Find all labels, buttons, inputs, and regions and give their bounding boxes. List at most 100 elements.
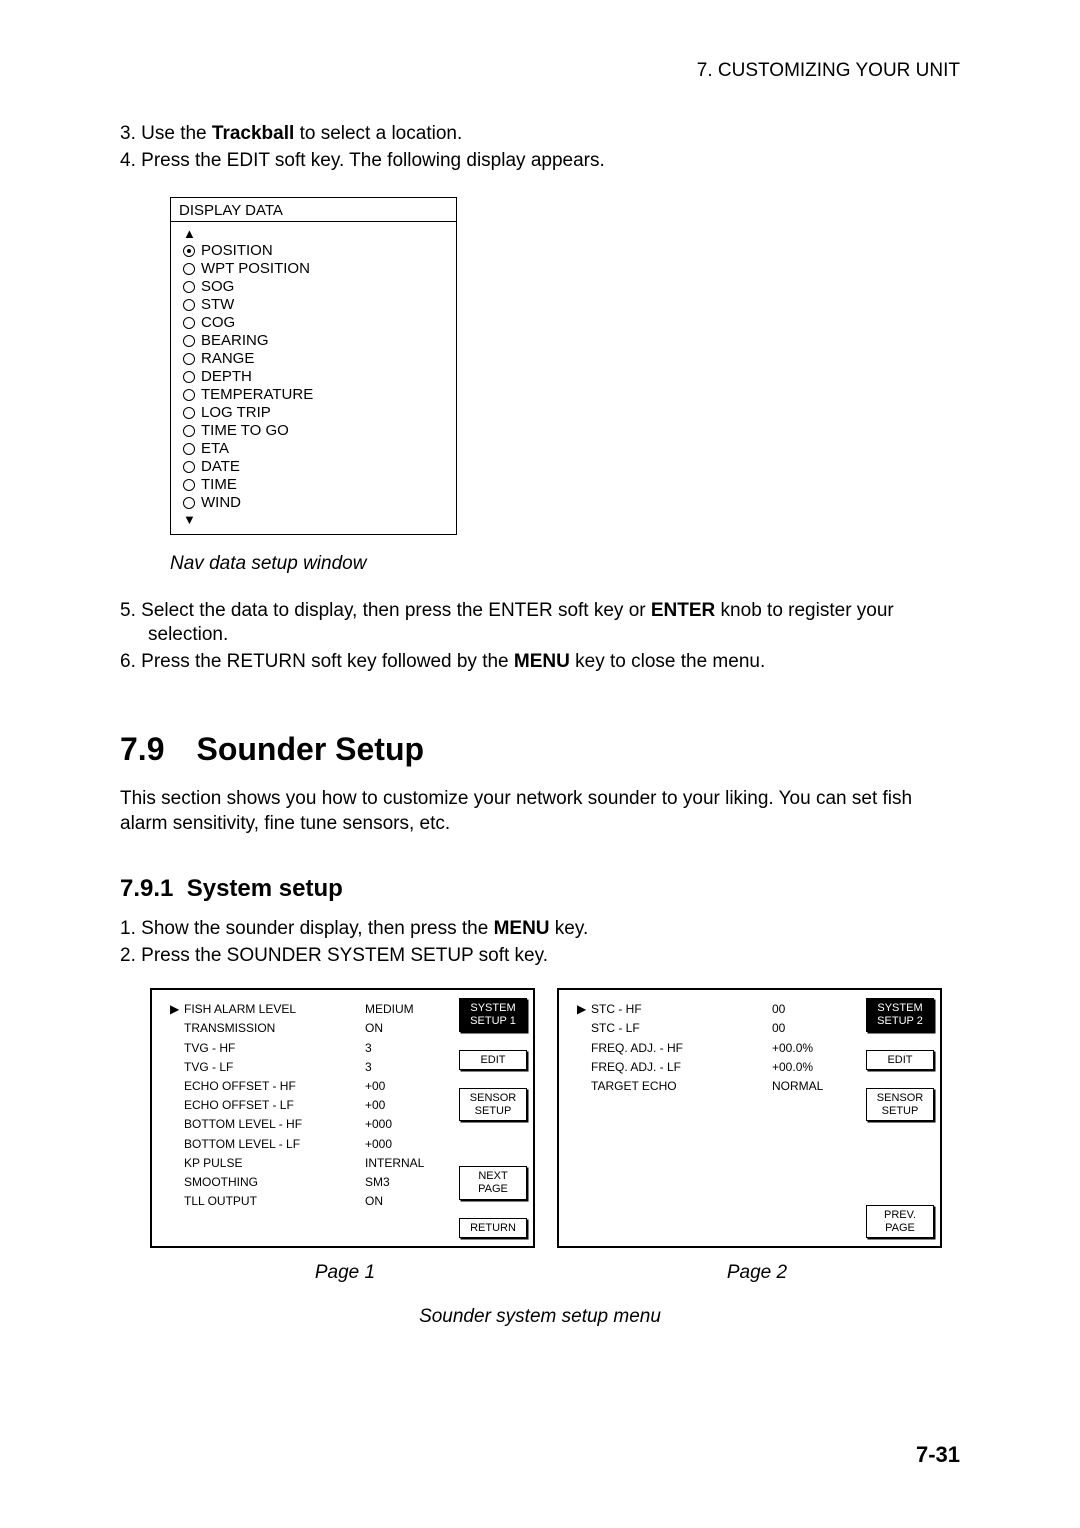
- edit-button-menu2[interactable]: EDIT: [866, 1050, 934, 1071]
- menu-item[interactable]: ECHO OFFSET - HF+00: [170, 1077, 445, 1096]
- menu-item-value: +000: [365, 1115, 445, 1134]
- selection-arrow-icon: [170, 1058, 184, 1077]
- menu-item-label: BOTTOM LEVEL - HF: [184, 1115, 365, 1134]
- menu-item-value: +00.0%: [772, 1058, 852, 1077]
- selection-arrow-icon: [577, 1019, 591, 1038]
- menu-item[interactable]: FREQ. ADJ. - HF+00.0%: [577, 1039, 852, 1058]
- display-data-option[interactable]: DEPTH: [183, 368, 448, 386]
- menu-item-label: STC - LF: [591, 1019, 772, 1038]
- menu-item[interactable]: SMOOTHINGSM3: [170, 1173, 445, 1192]
- sensor-setup-button-menu1[interactable]: SENSOR SETUP: [459, 1088, 527, 1121]
- menu-item[interactable]: KP PULSEINTERNAL: [170, 1154, 445, 1173]
- selection-arrow-icon: [577, 1058, 591, 1077]
- menu-item[interactable]: BOTTOM LEVEL - HF+000: [170, 1115, 445, 1134]
- sounder-menu-page-2: ▶STC - HF00STC - LF00FREQ. ADJ. - HF+00.…: [557, 988, 942, 1248]
- display-data-option-label: TEMPERATURE: [201, 386, 313, 404]
- next-page-button[interactable]: NEXT PAGE: [459, 1166, 527, 1199]
- section-7-9-1-heading: 7.9.1 System setup: [120, 875, 960, 903]
- menu-item-value: 3: [365, 1058, 445, 1077]
- menu-item[interactable]: ▶STC - HF00: [577, 1000, 852, 1019]
- display-data-option-label: TIME: [201, 476, 237, 494]
- scroll-down-arrow[interactable]: ▼: [183, 512, 448, 528]
- display-data-option[interactable]: TEMPERATURE: [183, 386, 448, 404]
- step-791-1-post: key.: [550, 918, 589, 939]
- radio-icon: [183, 371, 195, 383]
- display-data-option-label: COG: [201, 314, 235, 332]
- selection-arrow-icon: [577, 1039, 591, 1058]
- display-data-option[interactable]: WPT POSITION: [183, 260, 448, 278]
- menu-item[interactable]: TARGET ECHONORMAL: [577, 1077, 852, 1096]
- display-data-option-label: DEPTH: [201, 368, 252, 386]
- radio-icon: [183, 407, 195, 419]
- selection-arrow-icon: [170, 1096, 184, 1115]
- radio-icon: [183, 281, 195, 293]
- display-data-option[interactable]: TIME TO GO: [183, 422, 448, 440]
- display-data-option[interactable]: POSITION: [183, 242, 448, 260]
- step-6: Press the RETURN soft key followed by th…: [148, 650, 960, 675]
- menu-item-label: FREQ. ADJ. - HF: [591, 1039, 772, 1058]
- menu-item[interactable]: TRANSMISSIONON: [170, 1019, 445, 1038]
- menu-item-value: ON: [365, 1192, 445, 1211]
- nav-data-caption: Nav data setup window: [170, 553, 960, 575]
- display-data-option[interactable]: TIME: [183, 476, 448, 494]
- display-data-option[interactable]: LOG TRIP: [183, 404, 448, 422]
- menu-item[interactable]: TLL OUTPUTON: [170, 1192, 445, 1211]
- edit-button-menu1[interactable]: EDIT: [459, 1050, 527, 1071]
- menu-item-value: INTERNAL: [365, 1154, 445, 1173]
- menu-item-label: FREQ. ADJ. - LF: [591, 1058, 772, 1077]
- step-3: Use the Trackball to select a location.: [148, 122, 960, 147]
- step-list-56: Select the data to display, then press t…: [120, 599, 960, 675]
- prev-page-button[interactable]: PREV. PAGE: [866, 1205, 934, 1238]
- sensor-setup-button-menu2[interactable]: SENSOR SETUP: [866, 1088, 934, 1121]
- step-5-pre: Select the data to display, then press t…: [141, 600, 651, 621]
- menu-item[interactable]: ▶FISH ALARM LEVELMEDIUM: [170, 1000, 445, 1019]
- step-5-bold: ENTER: [651, 600, 715, 621]
- display-data-option-label: TIME TO GO: [201, 422, 289, 440]
- selection-arrow-icon: [170, 1135, 184, 1154]
- menu-item[interactable]: TVG - HF3: [170, 1039, 445, 1058]
- menu-item-value: SM3: [365, 1173, 445, 1192]
- scroll-up-arrow[interactable]: ▲: [183, 226, 448, 242]
- radio-icon: [183, 299, 195, 311]
- display-data-option-label: LOG TRIP: [201, 404, 271, 422]
- menu-item-label: TRANSMISSION: [184, 1019, 365, 1038]
- selection-arrow-icon: [577, 1077, 591, 1096]
- step-791-1: Show the sounder display, then press the…: [148, 917, 960, 942]
- display-data-option[interactable]: SOG: [183, 278, 448, 296]
- system-setup-1-button[interactable]: SYSTEM SETUP 1: [459, 998, 527, 1031]
- display-data-option[interactable]: DATE: [183, 458, 448, 476]
- menu-item-label: TVG - HF: [184, 1039, 365, 1058]
- menu-item-value: +00: [365, 1077, 445, 1096]
- display-data-option[interactable]: COG: [183, 314, 448, 332]
- radio-icon: [183, 497, 195, 509]
- menu-item-label: TARGET ECHO: [591, 1077, 772, 1096]
- return-button[interactable]: RETURN: [459, 1218, 527, 1239]
- display-data-option-label: DATE: [201, 458, 240, 476]
- section-7-9-heading: 7.9 Sounder Setup: [120, 731, 960, 768]
- system-setup-2-button[interactable]: SYSTEM SETUP 2: [866, 998, 934, 1031]
- section-7-9-para: This section shows you how to customize …: [120, 786, 960, 837]
- menu-item[interactable]: TVG - LF3: [170, 1058, 445, 1077]
- step-3-pre: Use the: [141, 123, 212, 144]
- menu-item[interactable]: BOTTOM LEVEL - LF+000: [170, 1135, 445, 1154]
- menu-item-label: FISH ALARM LEVEL: [184, 1000, 365, 1019]
- display-data-option[interactable]: RANGE: [183, 350, 448, 368]
- radio-icon: [183, 461, 195, 473]
- menu-item-label: BOTTOM LEVEL - LF: [184, 1135, 365, 1154]
- display-data-option[interactable]: ETA: [183, 440, 448, 458]
- display-data-option[interactable]: BEARING: [183, 332, 448, 350]
- menu-item[interactable]: FREQ. ADJ. - LF+00.0%: [577, 1058, 852, 1077]
- menu-item-label: TVG - LF: [184, 1058, 365, 1077]
- display-data-dialog: DISPLAY DATA ▲ POSITIONWPT POSITIONSOGST…: [170, 197, 457, 534]
- display-data-title: DISPLAY DATA: [171, 198, 456, 222]
- display-data-option-label: RANGE: [201, 350, 254, 368]
- menu-item[interactable]: ECHO OFFSET - LF+00: [170, 1096, 445, 1115]
- menu-item-value: +00: [365, 1096, 445, 1115]
- display-data-option-label: POSITION: [201, 242, 273, 260]
- radio-icon: [183, 263, 195, 275]
- menu-item[interactable]: STC - LF00: [577, 1019, 852, 1038]
- display-data-option[interactable]: STW: [183, 296, 448, 314]
- display-data-option[interactable]: WIND: [183, 494, 448, 512]
- display-data-option-label: WIND: [201, 494, 241, 512]
- menu-item-value: NORMAL: [772, 1077, 852, 1096]
